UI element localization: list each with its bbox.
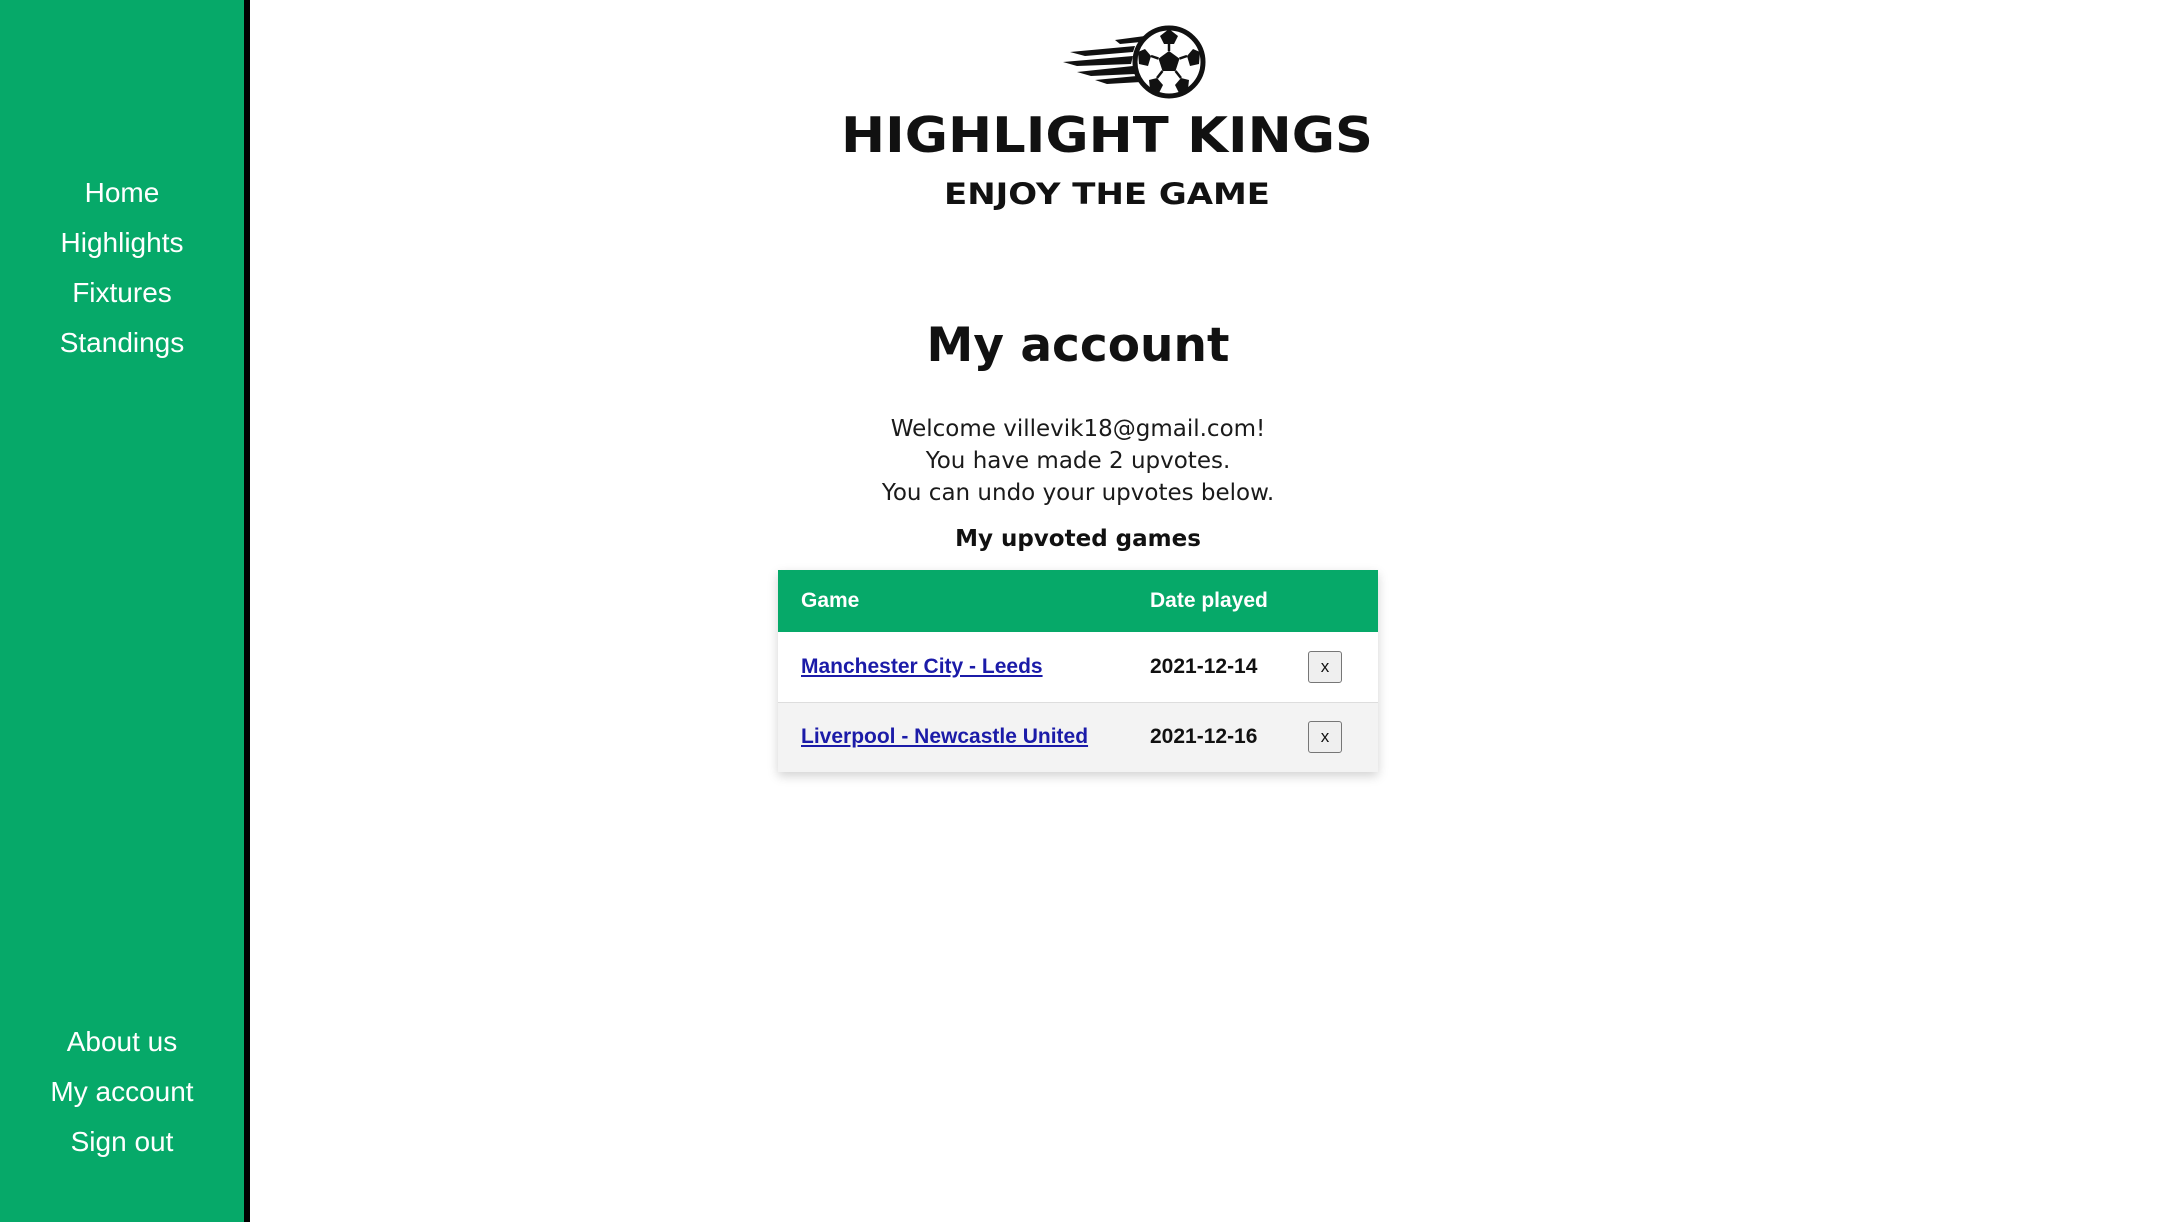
upvote-count-line: You have made 2 upvotes.: [925, 448, 1231, 474]
sidebar-item-fixtures[interactable]: Fixtures: [72, 268, 172, 318]
column-header-actions: [1285, 570, 1378, 632]
logo-title: HIGHLIGHT KINGS: [841, 107, 1373, 164]
highlight-kings-logo: HIGHLIGHT KINGS ENJOY THE GAME: [841, 25, 1373, 210]
column-header-game: Game: [801, 589, 860, 612]
table-row: Manchester City - Leeds 2021-12-14 x: [778, 632, 1378, 702]
undo-hint-line: You can undo your upvotes below.: [881, 480, 1275, 506]
logo-tagline: ENJOY THE GAME: [944, 177, 1270, 210]
soccer-ball-icon: [1132, 25, 1206, 99]
sidebar-item-highlights[interactable]: Highlights: [61, 218, 184, 268]
welcome-line: Welcome villevik18@gmail.com!: [890, 416, 1266, 442]
game-link[interactable]: Liverpool - Newcastle United: [801, 725, 1088, 748]
welcome-message: Welcome villevik18@gmail.com! You have m…: [250, 413, 1906, 509]
sidebar: Home Highlights Fixtures Standings About…: [0, 0, 250, 1222]
sidebar-item-standings[interactable]: Standings: [60, 318, 185, 368]
sidebar-nav-bottom: About us My account Sign out: [0, 1017, 244, 1167]
date-played: 2021-12-16: [1150, 725, 1258, 749]
site-logo[interactable]: HIGHLIGHT KINGS ENJOY THE GAME: [815, 10, 1400, 210]
page-title: My account: [926, 318, 1230, 373]
table-caption: My upvoted games: [955, 526, 1201, 552]
column-header-date: Date played: [1150, 589, 1268, 612]
table-header-row: Game Date played: [778, 570, 1378, 632]
table-row: Liverpool - Newcastle United 2021-12-16 …: [778, 702, 1378, 772]
sidebar-item-about-us[interactable]: About us: [67, 1017, 178, 1067]
sidebar-item-sign-out[interactable]: Sign out: [71, 1117, 174, 1167]
remove-upvote-button[interactable]: x: [1308, 650, 1342, 683]
sidebar-item-home[interactable]: Home: [85, 168, 160, 218]
remove-upvote-button[interactable]: x: [1308, 721, 1342, 754]
sidebar-nav-top: Home Highlights Fixtures Standings: [0, 168, 244, 368]
game-link[interactable]: Manchester City - Leeds: [801, 655, 1043, 678]
main-content: HIGHLIGHT KINGS ENJOY THE GAME My accoun…: [250, 0, 2158, 1222]
upvoted-games-table: Game Date played Manchester City - Leeds…: [778, 570, 1378, 772]
sidebar-item-my-account[interactable]: My account: [50, 1067, 193, 1117]
date-played: 2021-12-14: [1150, 654, 1258, 678]
